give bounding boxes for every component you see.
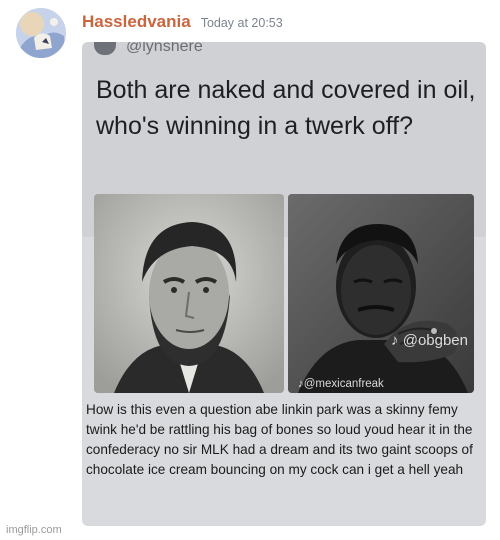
tweet-avatar-icon [94,42,116,55]
image-attachment[interactable]: @lynshere Both are naked and covered in … [82,42,486,526]
timestamp: Today at 20:53 [200,16,283,30]
tweet-text: Both are naked and covered in oil, who's… [96,76,476,140]
right-photo: ♪ @obgben [288,194,474,393]
watermark-tiktok: ♪ @obgben [391,332,468,349]
avatar[interactable] [16,8,66,58]
left-photo [94,194,284,393]
avatar-icon [16,8,66,58]
username[interactable]: Hassledvania [82,12,191,32]
tweet-handle: @lynshere [126,42,203,55]
message-header: Hassledvania Today at 20:53 [82,12,283,32]
caption-text: How is this even a question abe linkin p… [86,402,473,477]
portrait-icon [94,194,284,393]
imgflip-footer: imgflip.com [6,524,62,536]
portrait-icon [288,194,474,393]
watermark-tiktok-2: ♪@mexicanfreak [298,378,384,390]
message-page: Hassledvania Today at 20:53 @lynshere Bo… [0,0,500,540]
tweet-handle-row: @lynshere [94,42,203,56]
